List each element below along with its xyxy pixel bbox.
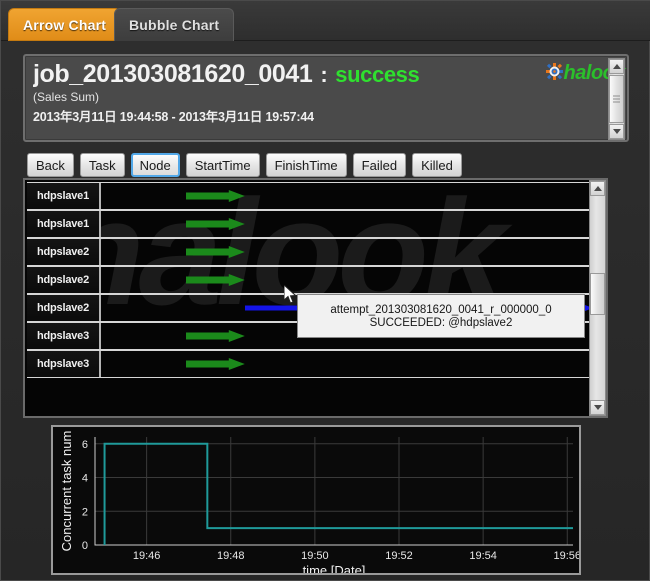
back-button[interactable]: Back <box>27 153 74 177</box>
triangle-down-icon <box>593 405 602 410</box>
arrow-scroll-down-button[interactable] <box>590 400 605 415</box>
arrow-row-node-label: hdpslave2 <box>27 267 101 293</box>
arrow-row-node-label-text: hdpslave2 <box>36 274 89 286</box>
arrow-row-node-label: hdpslave1 <box>27 183 101 209</box>
line-chart-svg[interactable]: 0 2 4 6 19:46 19:48 19:50 19:52 19:54 19:56 Conc… <box>53 427 579 573</box>
arrow-row[interactable]: hdpslave1 <box>27 182 589 210</box>
starttime-button-label: StartTime <box>194 157 251 173</box>
job-time-range: 2013年3月11日 19:44:58 - 2013年3月11日 19:57:4… <box>33 109 314 124</box>
chart-y-tick: 4 <box>82 473 88 485</box>
chart-x-tick: 19:54 <box>469 550 497 562</box>
halook-gear-icon <box>545 62 563 85</box>
arrow-scroll-thumb[interactable] <box>590 273 605 315</box>
killed-button-label: Killed <box>421 157 453 173</box>
node-button-label: Node <box>139 157 171 173</box>
arrow-chart-vertical-scrollbar[interactable] <box>589 180 606 416</box>
tab-arrow-chart-label: Arrow Chart <box>23 16 107 33</box>
status-badge: success <box>335 62 420 87</box>
header-vertical-scrollbar[interactable] <box>608 58 625 140</box>
halook-app-window: Arrow Chart Bubble Chart job_20130308162… <box>0 0 650 581</box>
finishtime-button-label: FinishTime <box>274 157 338 173</box>
chart-toolbar: Back Task Node StartTime FinishTime Fail… <box>27 153 462 177</box>
arrow-row[interactable]: hdpslave1 <box>27 210 589 238</box>
arrow-row-node-label-text: hdpslave3 <box>36 358 89 370</box>
tooltip-status-line: SUCCEEDED: @hdpslave2 <box>369 316 513 329</box>
arrow-row-node-label-text: hdpslave2 <box>36 302 89 314</box>
finishtime-button[interactable]: FinishTime <box>265 153 347 177</box>
header-scroll-down-button[interactable] <box>609 124 624 139</box>
chart-x-tick: 19:46 <box>133 550 161 562</box>
tooltip-attempt-id: attempt_201303081620_0041_r_000000_0 <box>330 303 552 316</box>
arrow-row[interactable]: hdpslave2 <box>27 238 589 266</box>
arrow-row-node-label-text: hdpslave2 <box>36 246 89 258</box>
arrow-scroll-up-button[interactable] <box>590 181 605 196</box>
task-arrow[interactable] <box>186 245 246 259</box>
failed-button-label: Failed <box>361 157 398 173</box>
header-scroll-thumb[interactable] <box>609 75 624 123</box>
task-arrow[interactable] <box>186 357 246 371</box>
chart-x-tick: 19:50 <box>301 550 329 562</box>
arrow-row-node-label: hdpslave2 <box>27 295 101 321</box>
killed-button[interactable]: Killed <box>412 153 462 177</box>
concurrent-task-line-chart: 0 2 4 6 19:46 19:48 19:50 19:52 19:54 19:56 Conc… <box>51 425 581 575</box>
scroll-grip-icon <box>613 94 620 105</box>
arrow-row-node-label-text: hdpslave3 <box>36 330 89 342</box>
arrow-row[interactable]: hdpslave3 <box>27 350 589 378</box>
arrow-row-node-label: hdpslave3 <box>27 351 101 377</box>
chart-y-tick: 0 <box>82 540 88 552</box>
arrow-row[interactable]: hdpslave2 <box>27 266 589 294</box>
job-subtitle: (Sales Sum) <box>33 89 100 104</box>
chart-x-tick: 19:52 <box>385 550 413 562</box>
triangle-up-icon <box>612 64 621 69</box>
job-header-panel: job_201303081620_0041 : success (Sales S… <box>23 54 629 142</box>
header-scroll-up-button[interactable] <box>609 59 624 74</box>
starttime-button[interactable]: StartTime <box>185 153 260 177</box>
triangle-up-icon <box>593 186 602 191</box>
arrow-row-node-label-text: hdpslave1 <box>36 218 89 230</box>
node-button[interactable]: Node <box>130 153 180 177</box>
job-header-content: job_201303081620_0041 : success (Sales S… <box>33 60 601 138</box>
tab-bubble-chart-label: Bubble Chart <box>129 17 220 33</box>
chart-y-tick: 6 <box>82 439 88 451</box>
triangle-down-icon <box>612 129 621 134</box>
task-button-label: Task <box>88 157 116 173</box>
chart-x-tick: 19:48 <box>217 550 245 562</box>
chart-x-tick: 19:56 <box>553 550 579 562</box>
page-title: job_201303081620_0041 <box>33 60 313 88</box>
tab-bar: Arrow Chart Bubble Chart <box>1 1 650 41</box>
failed-button[interactable]: Failed <box>352 153 407 177</box>
tab-bubble-chart[interactable]: Bubble Chart <box>114 8 235 41</box>
arrow-row-node-label: hdpslave1 <box>27 211 101 237</box>
task-attempt-tooltip: attempt_201303081620_0041_r_000000_0 SUC… <box>297 294 585 338</box>
arrow-row-node-label-text: hdpslave1 <box>36 190 89 202</box>
arrow-row-node-label: hdpslave3 <box>27 323 101 349</box>
tab-arrow-chart[interactable]: Arrow Chart <box>8 8 122 41</box>
task-arrow[interactable] <box>186 189 246 203</box>
task-arrow[interactable] <box>186 329 246 343</box>
job-title-separator: : <box>320 62 328 87</box>
chart-x-axis-label: time [Date] <box>303 563 366 573</box>
chart-y-tick: 2 <box>82 506 88 518</box>
job-title-row: job_201303081620_0041 : success <box>33 60 601 89</box>
task-button[interactable]: Task <box>79 153 125 177</box>
task-arrow[interactable] <box>186 217 246 231</box>
arrow-row-node-label: hdpslave2 <box>27 239 101 265</box>
task-arrow[interactable] <box>186 273 246 287</box>
back-button-label: Back <box>36 157 65 173</box>
chart-y-axis-label: Concurrent task num <box>59 431 74 552</box>
